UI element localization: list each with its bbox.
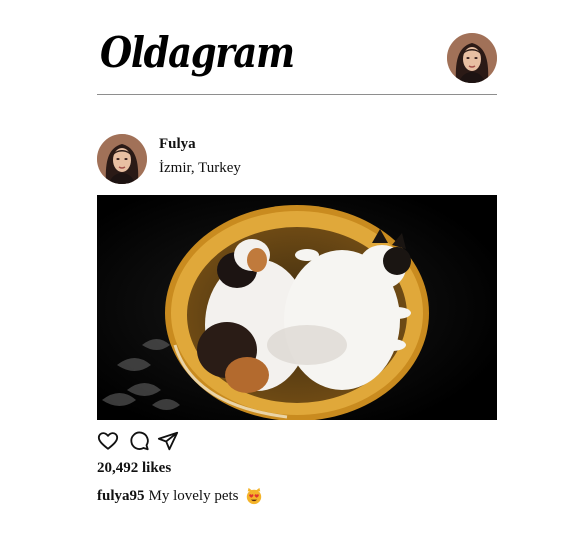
smiling-cat-heart-eyes-emoji-icon	[245, 487, 263, 505]
post-author-name[interactable]: Fulya	[159, 136, 196, 153]
post: Fulya İzmir, Turkey 20,492 likes fulya95…	[97, 132, 497, 505]
likes-count: 20,492 likes	[97, 460, 172, 476]
caption-text: My lovely pets	[148, 487, 239, 504]
app-logo[interactable]: Oldagram	[100, 32, 295, 74]
caption-username[interactable]: fulya95	[97, 488, 145, 505]
current-user-avatar[interactable]	[447, 33, 497, 83]
heart-icon[interactable]	[97, 430, 119, 452]
post-author-avatar[interactable]	[97, 134, 147, 184]
post-caption: fulya95 My lovely pets	[97, 487, 497, 505]
paper-plane-icon[interactable]	[157, 430, 179, 452]
comment-bubble-icon[interactable]	[128, 430, 150, 452]
oldagram-app: Oldagram Fulya İzmir, Turkey 20,492 like…	[97, 30, 497, 505]
post-photo[interactable]	[97, 195, 497, 420]
top-bar: Oldagram	[97, 30, 497, 95]
post-header: Fulya İzmir, Turkey	[97, 132, 497, 192]
post-actions	[97, 428, 497, 458]
post-location[interactable]: İzmir, Turkey	[159, 160, 241, 177]
